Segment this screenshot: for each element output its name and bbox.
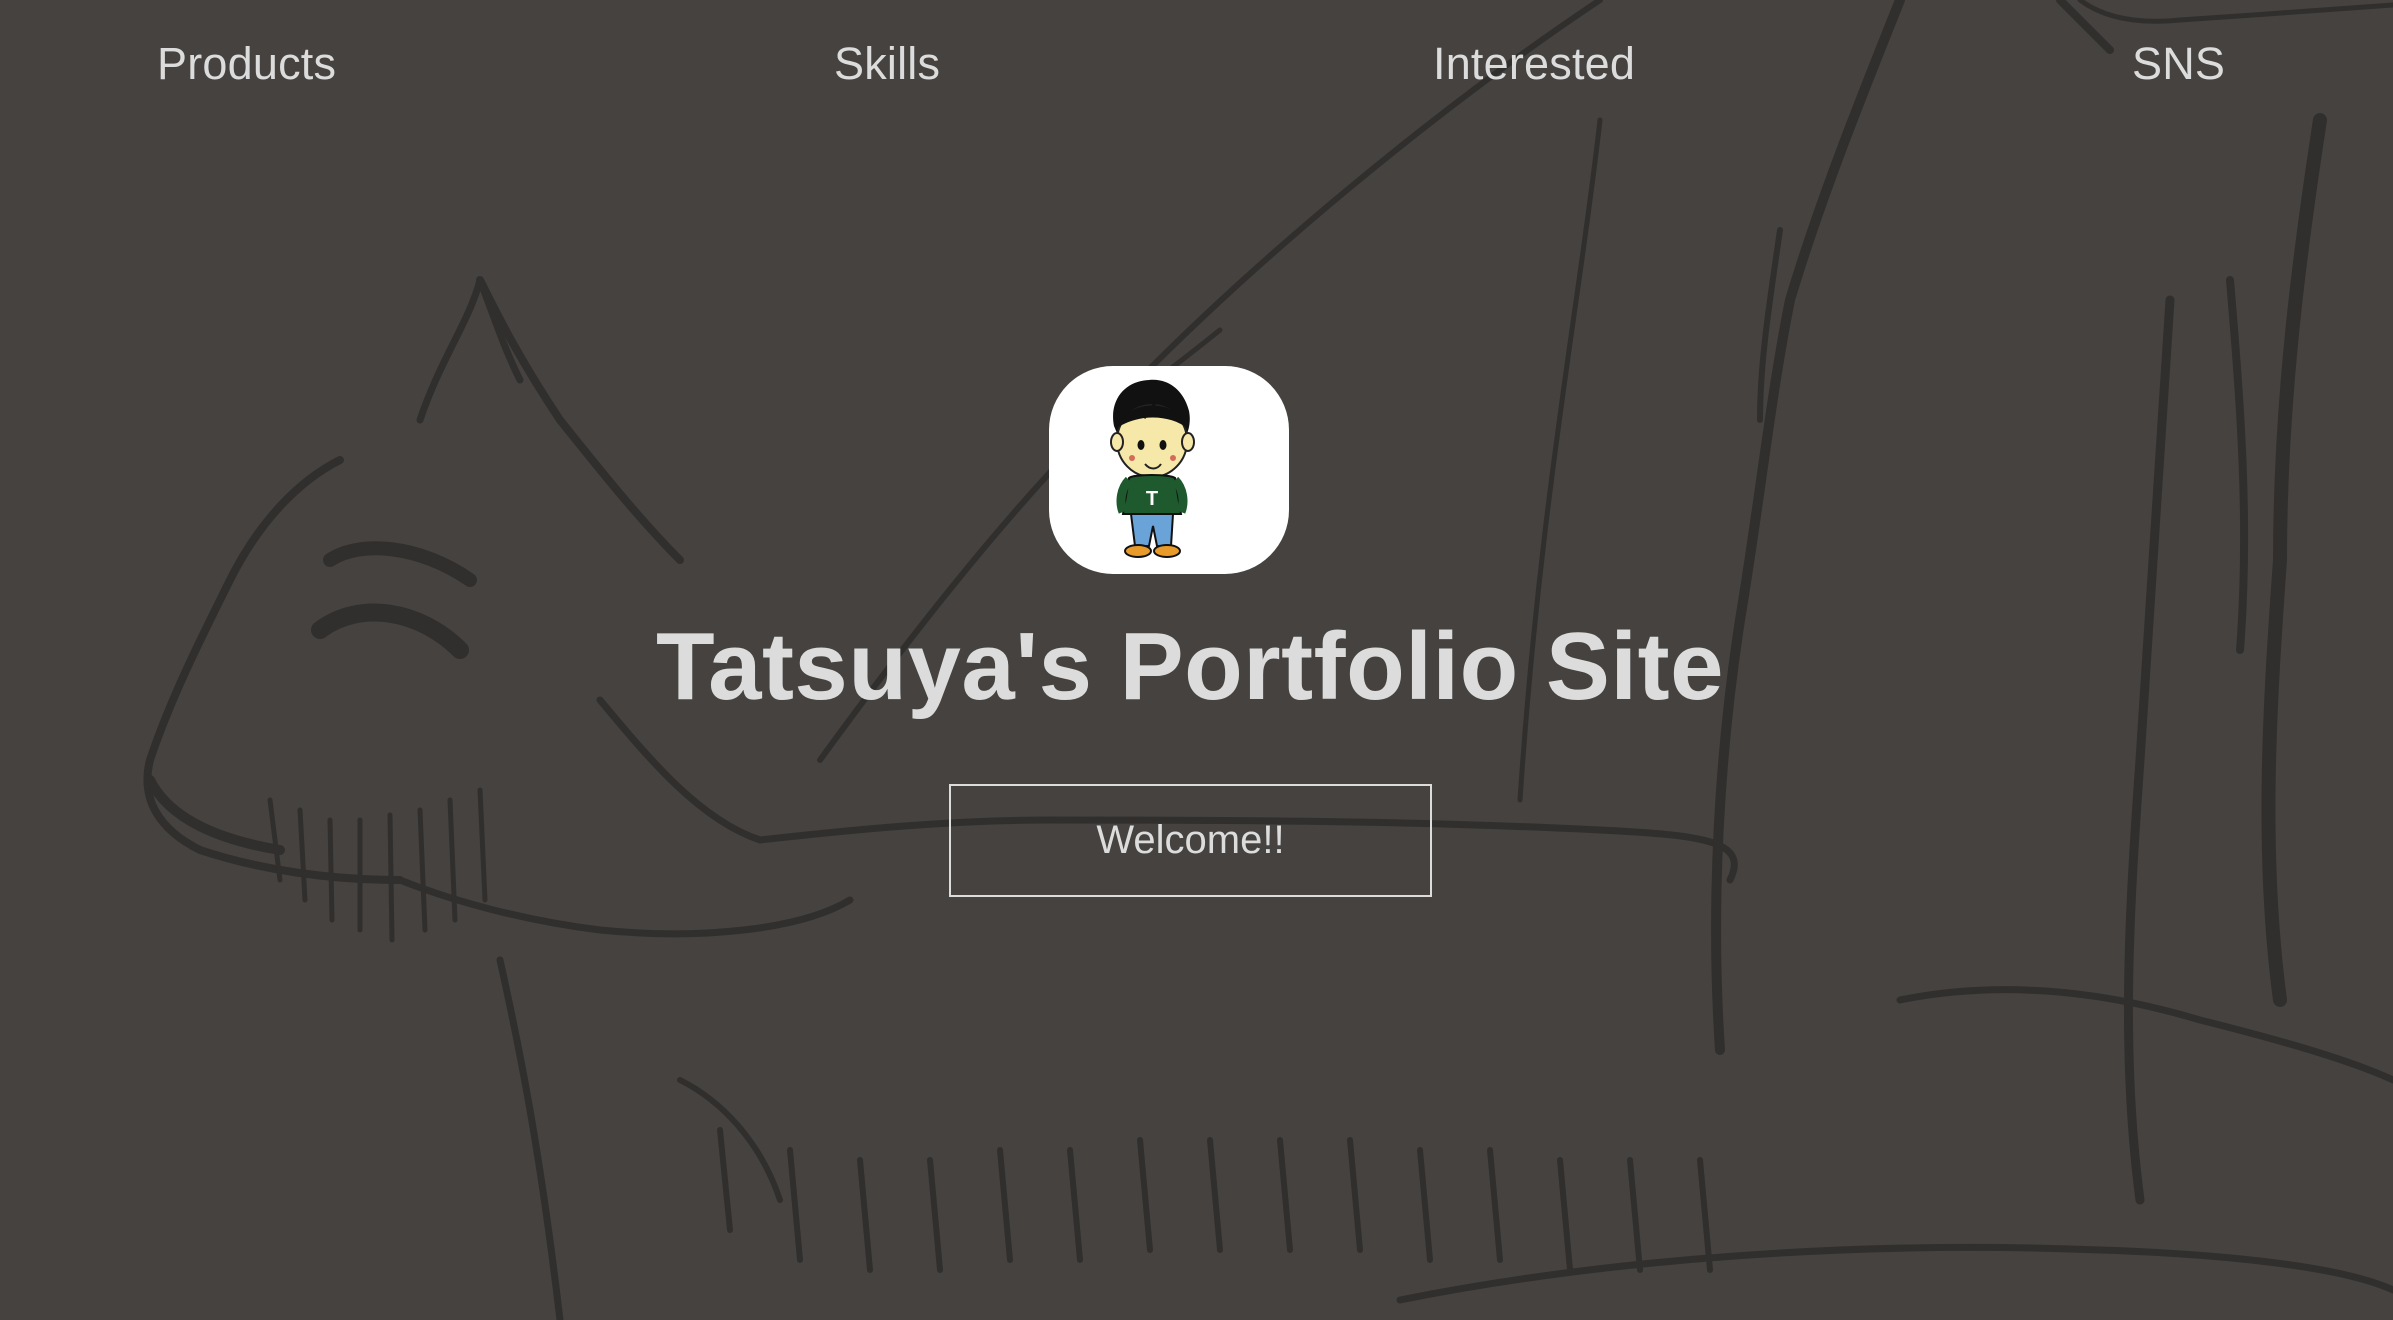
nav-item-skills[interactable]: Skills: [834, 38, 940, 90]
shirt-letter: T: [1146, 488, 1158, 510]
welcome-button[interactable]: Welcome!!: [949, 784, 1432, 897]
page-title: Tatsuya's Portfolio Site: [656, 613, 1724, 720]
nav-item-interested[interactable]: Interested: [1433, 38, 1635, 90]
nav-item-sns[interactable]: SNS: [2132, 38, 2225, 90]
top-navigation: Products Skills Interested SNS: [0, 0, 2393, 136]
boy-character-avatar-icon: T: [1110, 379, 1195, 558]
nav-item-products[interactable]: Products: [157, 38, 336, 90]
avatar: T: [1049, 366, 1289, 574]
